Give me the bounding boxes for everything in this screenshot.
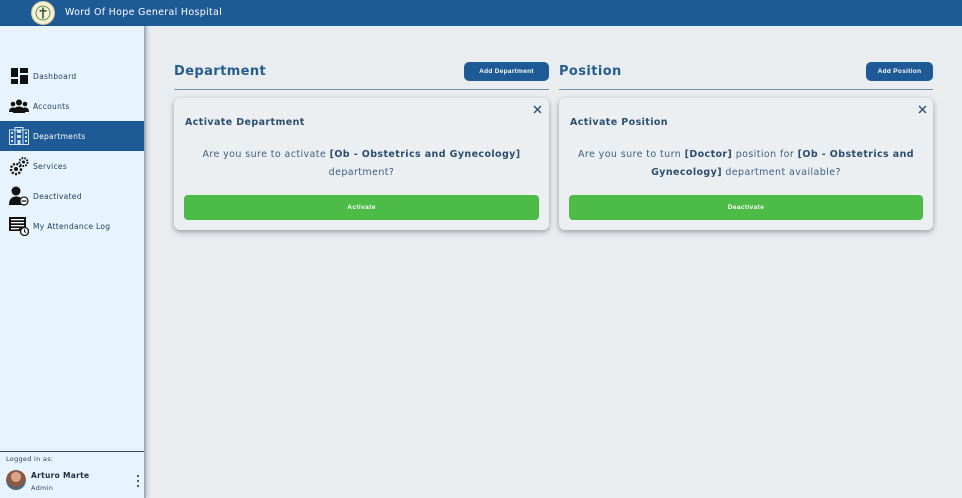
add-position-button[interactable]: Add Position <box>866 62 933 81</box>
user-name: Arturo Marte <box>31 471 90 480</box>
dashboard-icon <box>9 66 29 86</box>
sidebar-item-attendance-log[interactable]: My Attendance Log <box>0 211 144 241</box>
position-title: Position <box>559 64 622 79</box>
log-icon <box>9 216 29 236</box>
logged-in-label: Logged in as: <box>6 455 54 463</box>
modal-message: Are you sure to turn [Doctor] position f… <box>569 146 923 182</box>
user-minus-icon <box>9 186 29 206</box>
modal-title: Activate Department <box>185 117 305 128</box>
department-name: [Ob - Obstetrics and Gynecology] <box>329 149 521 160</box>
activate-department-modal: Activate Department Are you sure to acti… <box>174 98 549 230</box>
close-icon[interactable] <box>916 103 928 115</box>
department-header: Department Add Department <box>174 60 549 90</box>
avatar <box>6 470 26 490</box>
message-prefix: Are you sure to turn <box>578 149 682 160</box>
sidebar-item-label: Services <box>33 161 68 171</box>
sidebar-nav: Dashboard Accounts Departments Services … <box>0 61 144 241</box>
user-panel: Logged in as: Arturo Marte Admin <box>0 451 144 498</box>
hospital-logo <box>31 1 55 25</box>
gears-icon <box>9 156 29 176</box>
sidebar-item-services[interactable]: Services <box>0 151 144 181</box>
sidebar-item-label: Deactivated <box>33 191 82 201</box>
close-icon[interactable] <box>531 103 543 115</box>
sidebar-item-deactivated[interactable]: Deactivated <box>0 181 144 211</box>
position-header: Position Add Position <box>559 60 933 90</box>
activate-button[interactable]: Activate <box>184 195 539 220</box>
top-bar: Word Of Hope General Hospital <box>0 0 962 26</box>
activate-position-modal: Activate Position Are you sure to turn [… <box>559 98 933 230</box>
more-options-icon[interactable] <box>133 474 143 488</box>
app-title: Word Of Hope General Hospital <box>65 7 223 18</box>
user-role: Admin <box>31 484 54 492</box>
message-suffix: department available? <box>725 167 841 178</box>
cross-icon <box>35 5 51 21</box>
modal-message: Are you sure to activate [Ob - Obstetric… <box>184 146 539 182</box>
message-prefix: Are you sure to activate <box>202 149 327 160</box>
deactivate-button[interactable]: Deactivate <box>569 195 923 220</box>
message-suffix: department? <box>328 167 395 178</box>
sidebar-item-label: My Attendance Log <box>33 221 111 231</box>
sidebar-item-label: Accounts <box>33 101 70 111</box>
building-icon <box>9 126 29 146</box>
add-department-button[interactable]: Add Department <box>464 62 549 81</box>
sidebar-item-departments[interactable]: Departments <box>0 121 144 151</box>
sidebar-item-label: Dashboard <box>33 71 77 81</box>
department-title: Department <box>174 64 267 79</box>
sidebar-item-dashboard[interactable]: Dashboard <box>0 61 144 91</box>
modal-title: Activate Position <box>570 117 668 128</box>
users-icon <box>9 96 29 116</box>
sidebar-item-label: Departments <box>33 131 86 141</box>
position-name: [Doctor] <box>684 149 733 160</box>
sidebar: Dashboard Accounts Departments Services … <box>0 26 146 498</box>
message-middle: position for <box>735 149 795 160</box>
sidebar-item-accounts[interactable]: Accounts <box>0 91 144 121</box>
